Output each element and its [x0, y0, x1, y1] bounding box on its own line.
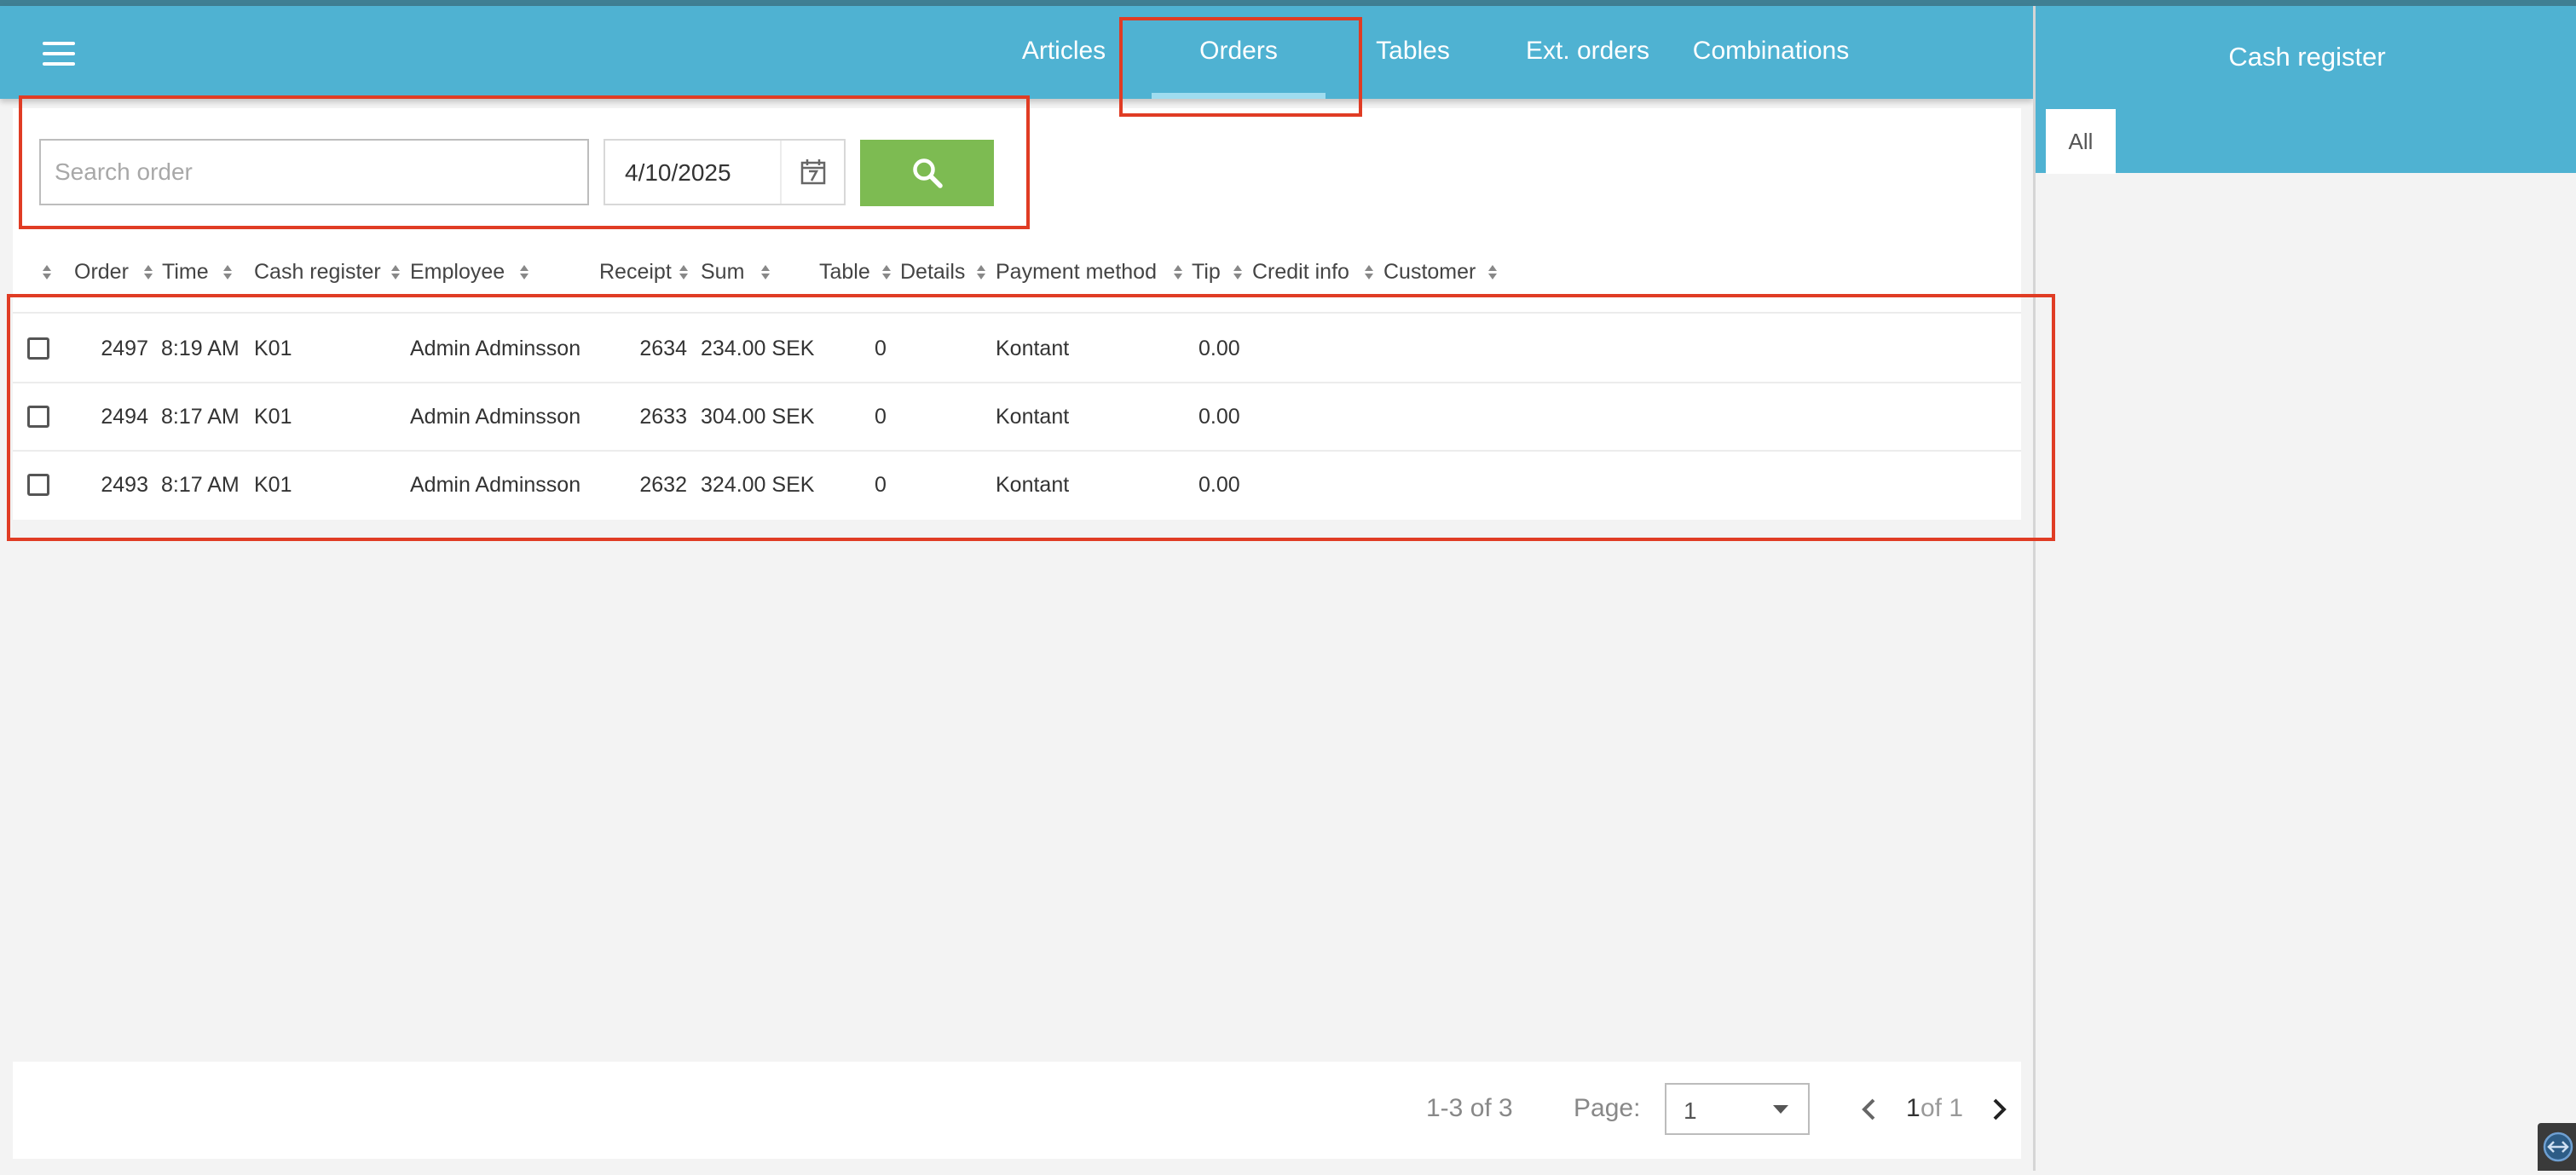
search-button[interactable]	[860, 140, 994, 206]
previous-page-icon[interactable]	[1859, 1096, 1880, 1123]
page-label: Page:	[1574, 1094, 1641, 1122]
cell-payment-method: Kontant	[996, 405, 1070, 429]
current-page: 1	[1906, 1094, 1920, 1122]
column-payment-method[interactable]: Payment method	[996, 260, 1157, 285]
tab-orders[interactable]: Orders	[1152, 6, 1326, 99]
search-order-input[interactable]	[39, 139, 589, 205]
cell-order: 2494	[101, 405, 148, 429]
column-time[interactable]: Time	[162, 260, 209, 285]
cell-payment-method: Kontant	[996, 473, 1070, 497]
active-tab-indicator	[1152, 93, 1326, 99]
receipt-sort-icon[interactable]	[679, 264, 689, 281]
tab-tables[interactable]: Tables	[1364, 6, 1462, 99]
row-divider	[13, 382, 2021, 383]
table-sort-icon[interactable]	[881, 264, 892, 281]
column-credit-info[interactable]: Credit info	[1252, 260, 1349, 285]
column-customer[interactable]: Customer	[1383, 260, 1476, 285]
cell-time: 8:17 AM	[161, 473, 240, 497]
page-total: of 1	[1920, 1094, 1964, 1122]
remote-support-widget[interactable]	[2538, 1123, 2576, 1171]
date-value[interactable]: 4/10/2025	[625, 159, 731, 187]
search-icon	[913, 158, 943, 188]
cell-sum: 304.00 SEK	[701, 405, 815, 429]
cash-register-panel-header: Cash register All	[2036, 6, 2576, 174]
cell-tip: 0.00	[1198, 405, 1240, 429]
cell-table: 0	[875, 337, 887, 360]
time-sort-icon[interactable]	[222, 264, 233, 281]
payment-method-sort-icon[interactable]	[1173, 264, 1183, 281]
employee-sort-icon[interactable]	[519, 264, 529, 281]
hamburger-menu-icon[interactable]	[43, 42, 75, 66]
cell-employee: Admin Adminsson	[410, 405, 581, 429]
page-select-value: 1	[1684, 1097, 1697, 1124]
cell-cash-register: K01	[254, 473, 292, 497]
cell-sum: 324.00 SEK	[701, 473, 815, 497]
cell-time: 8:19 AM	[161, 337, 240, 360]
cell-order: 2493	[101, 473, 148, 497]
column-details[interactable]: Details	[900, 260, 965, 285]
pagination-range: 1-3 of 3	[1426, 1094, 1513, 1122]
select-all-sort-icon[interactable]	[42, 264, 52, 281]
tab-combinations[interactable]: Combinations	[1684, 6, 1858, 99]
details-sort-icon[interactable]	[976, 264, 986, 281]
remote-support-icon	[2543, 1132, 2573, 1162]
cell-receipt: 2632	[639, 473, 687, 497]
cell-tip: 0.00	[1198, 337, 1240, 360]
cell-payment-method: Kontant	[996, 337, 1070, 360]
row-checkbox[interactable]	[27, 474, 49, 496]
calendar-icon[interactable]	[799, 158, 828, 187]
column-sum[interactable]: Sum	[701, 260, 744, 285]
cell-employee: Admin Adminsson	[410, 473, 581, 497]
cell-order: 2497	[101, 337, 148, 360]
tip-sort-icon[interactable]	[1233, 264, 1243, 281]
cell-receipt: 2634	[639, 337, 687, 360]
cell-employee: Admin Adminsson	[410, 337, 581, 360]
row-checkbox[interactable]	[27, 337, 49, 360]
cell-tip: 0.00	[1198, 473, 1240, 497]
tab-articles[interactable]: Articles	[1008, 6, 1119, 99]
cell-sum: 234.00 SEK	[701, 337, 815, 360]
cell-cash-register: K01	[254, 405, 292, 429]
dropdown-caret-icon	[1773, 1105, 1788, 1114]
sum-sort-icon[interactable]	[760, 264, 771, 281]
column-table[interactable]: Table	[819, 260, 870, 285]
window-top-border	[0, 0, 2576, 6]
column-tip[interactable]: Tip	[1192, 260, 1221, 285]
column-cash-register[interactable]: Cash register	[254, 260, 381, 285]
date-divider	[780, 141, 782, 204]
order-sort-icon[interactable]	[143, 264, 153, 281]
cash-register-panel: Cash register All	[2033, 6, 2576, 1171]
cell-table: 0	[875, 473, 887, 497]
tab-all[interactable]: All	[2046, 109, 2116, 174]
customer-sort-icon[interactable]	[1487, 264, 1498, 281]
cell-table: 0	[875, 405, 887, 429]
row-checkbox[interactable]	[27, 406, 49, 428]
cash-register-title: Cash register	[2228, 42, 2386, 72]
cell-receipt: 2633	[639, 405, 687, 429]
cell-cash-register: K01	[254, 337, 292, 360]
credit-info-sort-icon[interactable]	[1364, 264, 1374, 281]
header-divider	[13, 312, 2021, 314]
cash-register-sort-icon[interactable]	[390, 264, 401, 281]
top-navigation-bar: Articles Orders Tables Ext. orders Combi…	[0, 6, 2033, 99]
column-employee[interactable]: Employee	[410, 260, 505, 285]
next-page-icon[interactable]	[1989, 1096, 2009, 1123]
column-order[interactable]: Order	[74, 260, 129, 285]
tab-ext-orders[interactable]: Ext. orders	[1517, 6, 1658, 99]
row-divider	[13, 450, 2021, 452]
page-select[interactable]: 1	[1665, 1083, 1810, 1135]
date-picker[interactable]: 4/10/2025	[604, 139, 846, 205]
cell-time: 8:17 AM	[161, 405, 240, 429]
column-receipt[interactable]: Receipt	[599, 260, 672, 285]
